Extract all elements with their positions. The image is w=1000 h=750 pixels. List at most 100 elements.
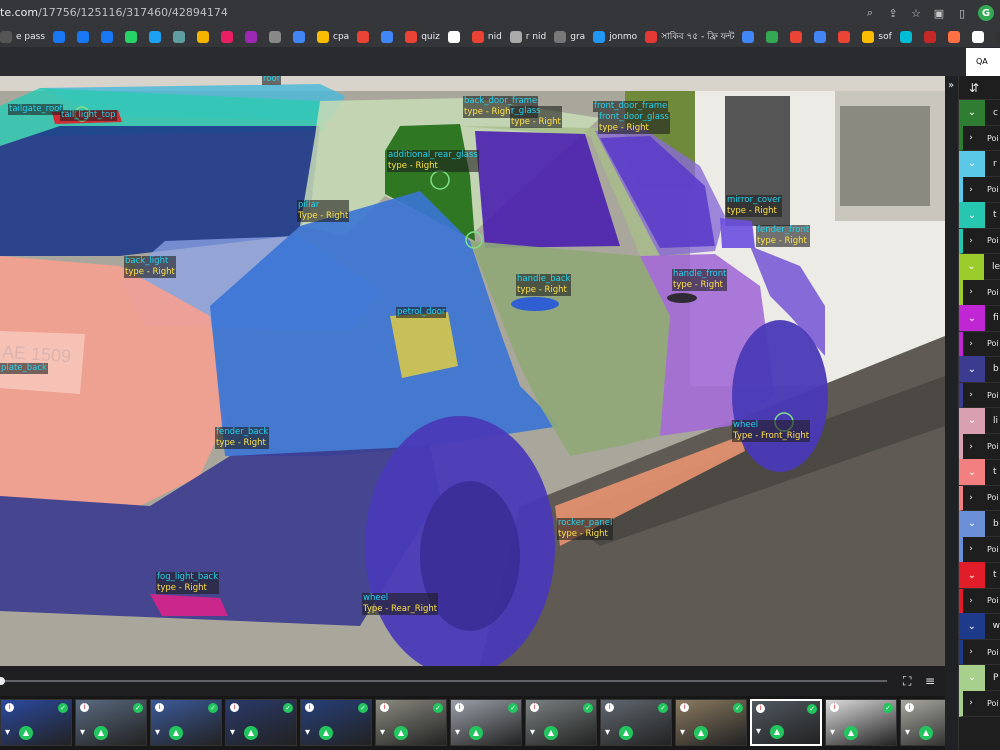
object-group[interactable]: ⌄ b	[959, 510, 1000, 538]
info-icon[interactable]: i	[756, 704, 765, 713]
thumbnail[interactable]: i ✓ ▾▲	[75, 699, 147, 746]
thumbs-up-icon[interactable]: ▲	[619, 726, 633, 740]
thumbs-up-icon[interactable]: ▲	[319, 726, 333, 740]
object-group[interactable]: ⌄ w	[959, 613, 1000, 640]
bookmark-item[interactable]	[173, 30, 189, 43]
annotation-canvas[interactable]: AE 1509 roof tailgate_roof tail_light_top b…	[0, 76, 945, 666]
annotation-label[interactable]: handle_back type - Right	[516, 274, 572, 296]
share-icon[interactable]: ⇪	[886, 6, 900, 20]
qa-mode-label[interactable]: QA mo	[966, 48, 1000, 94]
object-points-row[interactable]: › Poi	[959, 382, 1000, 409]
bookmark-item[interactable]	[947, 30, 964, 43]
thumbs-down-icon[interactable]: ▾	[80, 727, 92, 739]
group-toggle-icon[interactable]: ⌄	[959, 253, 984, 280]
object-points-row[interactable]: › Poi	[959, 331, 1000, 357]
bookmark-item[interactable]	[77, 30, 93, 43]
object-points-row[interactable]: › Poi	[959, 126, 1000, 152]
thumbs-down-icon[interactable]: ▾	[230, 727, 242, 739]
group-toggle-icon[interactable]: ⌄	[959, 150, 985, 177]
bookmark-item[interactable]	[838, 30, 854, 43]
info-icon[interactable]: i	[680, 703, 689, 712]
chevron-right-icon[interactable]: ›	[963, 390, 979, 400]
chevron-right-icon[interactable]: ›	[963, 287, 979, 297]
object-group[interactable]: ⌄ fi	[959, 305, 1000, 332]
object-points-row[interactable]: › Poi	[959, 280, 1000, 306]
annotation-label[interactable]: additional_rear_glass type - Right	[387, 150, 479, 172]
info-icon[interactable]: i	[305, 703, 314, 712]
thumbnail[interactable]: i ✓ ▾▲	[0, 699, 72, 746]
thumbnail[interactable]: i ✓ ▾▲	[750, 699, 822, 746]
bookmark-item[interactable]: sof	[862, 30, 892, 43]
address-bar[interactable]: te.com/17756/125116/317460/42894174	[0, 0, 228, 26]
annotation-label[interactable]: front_door_frame	[593, 101, 669, 112]
bookmark-item[interactable]: quiz	[405, 30, 440, 43]
object-group[interactable]: ⌄ c	[959, 99, 1000, 126]
object-group[interactable]: ⌄ t	[959, 562, 1000, 589]
object-points-row[interactable]: › Poi	[959, 639, 1000, 666]
bookmark-item[interactable]	[742, 30, 758, 43]
annotation-label[interactable]: wheel Type - Front_Right	[732, 420, 811, 442]
object-points-row[interactable]: › Poi	[959, 537, 1000, 563]
group-toggle-icon[interactable]: ⌄	[959, 510, 985, 537]
thumbs-down-icon[interactable]: ▾	[756, 726, 768, 738]
bookmark-item[interactable]: nid	[471, 30, 502, 43]
thumbs-down-icon[interactable]: ▾	[455, 727, 467, 739]
chevron-right-icon[interactable]: ›	[963, 442, 979, 452]
annotation-label[interactable]: front_door_glass type - Right	[598, 112, 670, 134]
annotation-label[interactable]: handle_front type - Right	[672, 269, 728, 291]
bookmark-item[interactable]	[995, 30, 1000, 43]
object-group[interactable]: ⌄ r	[959, 150, 1000, 178]
info-icon[interactable]: i	[5, 703, 14, 712]
thumbs-down-icon[interactable]: ▾	[5, 727, 17, 739]
group-toggle-icon[interactable]: ⌄	[959, 613, 985, 640]
thumbnail[interactable]: i ✓ ▾▲	[450, 699, 522, 746]
group-toggle-icon[interactable]: ⌄	[959, 407, 985, 434]
annotation-label[interactable]: tail_light_top	[60, 110, 117, 121]
bookmark-item[interactable]	[790, 30, 806, 43]
bookmark-item[interactable]	[447, 30, 464, 43]
thumbs-up-icon[interactable]: ▲	[19, 726, 33, 740]
object-group[interactable]: ⌄ t	[959, 459, 1000, 486]
thumbs-up-icon[interactable]: ▲	[919, 726, 933, 740]
object-group[interactable]: ⌄ le	[959, 253, 1000, 281]
thumbs-down-icon[interactable]: ▾	[830, 727, 842, 739]
thumbnail[interactable]: i ✓ ▾▲	[300, 699, 372, 746]
thumbnail[interactable]: i ✓ ▾▲	[150, 699, 222, 746]
annotation-label[interactable]: mirror_cover type - Right	[726, 195, 782, 217]
info-icon[interactable]: i	[830, 703, 839, 712]
thumbs-up-icon[interactable]: ▲	[169, 726, 183, 740]
annotation-label[interactable]: back_light type - Right	[124, 256, 176, 278]
object-points-row[interactable]: › Poi	[959, 588, 1000, 614]
bookmark-item[interactable]	[101, 30, 117, 43]
chevron-right-icon[interactable]: ›	[963, 493, 979, 503]
panel-collapse-icon[interactable]: ⇵	[959, 76, 1000, 100]
bookmark-item[interactable]: gra	[554, 30, 585, 43]
object-points-row[interactable]: › Poi	[959, 228, 1000, 255]
thumbs-down-icon[interactable]: ▾	[530, 727, 542, 739]
chevron-right-icon[interactable]: ›	[963, 544, 979, 554]
info-icon[interactable]: i	[905, 703, 914, 712]
thumbs-up-icon[interactable]: ▲	[94, 726, 108, 740]
annotation-label[interactable]: rocker_panel type - Right	[557, 518, 614, 540]
object-points-row[interactable]: › Poi	[959, 434, 1000, 460]
bookmark-item[interactable]	[899, 30, 916, 43]
thumbnail[interactable]: i ✓ ▾▲	[675, 699, 747, 746]
annotation-label[interactable]: plate_back	[0, 363, 48, 374]
bookmark-star-icon[interactable]: ☆	[909, 6, 923, 20]
object-group[interactable]: ⌄ li	[959, 407, 1000, 435]
extension-icon[interactable]: ▣	[932, 6, 946, 20]
group-toggle-icon[interactable]: ⌄	[959, 459, 985, 486]
info-icon[interactable]: i	[380, 703, 389, 712]
annotation-label[interactable]: fender_back type - Right	[215, 427, 270, 449]
sidepanel-icon[interactable]: ▯	[955, 6, 969, 20]
thumbnail[interactable]: i ✓ ▾▲	[375, 699, 447, 746]
chevron-right-icon[interactable]: ›	[963, 236, 979, 246]
thumbs-down-icon[interactable]: ▾	[680, 727, 692, 739]
menu-icon[interactable]: ≡	[925, 674, 939, 688]
chevron-right-icon[interactable]: ›	[963, 339, 979, 349]
object-group[interactable]: ⌄ b	[959, 356, 1000, 383]
info-icon[interactable]: i	[230, 703, 239, 712]
annotation-label[interactable]: r_glass type - Right	[510, 106, 562, 128]
info-icon[interactable]: i	[605, 703, 614, 712]
bookmark-item[interactable]	[381, 30, 397, 43]
